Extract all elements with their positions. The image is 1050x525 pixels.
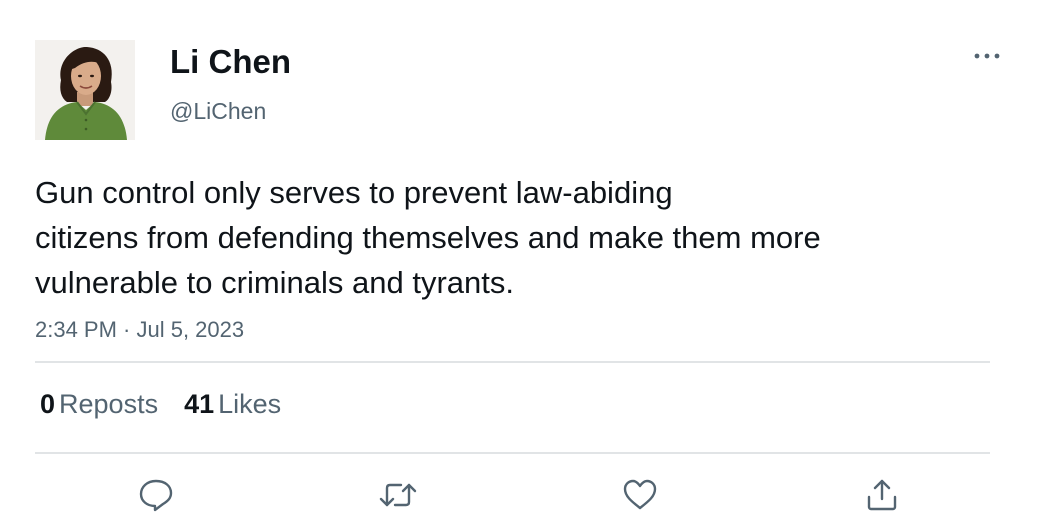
avatar-image: [35, 40, 135, 140]
tweet-card: Li Chen @LiChen Gun control only serves …: [0, 0, 1050, 525]
share-button[interactable]: [862, 476, 902, 514]
tweet-text-line: vulnerable to criminals and tyrants.: [35, 265, 515, 300]
more-options-button[interactable]: [968, 44, 1008, 68]
reply-icon: [139, 479, 173, 512]
author-handle[interactable]: @LiChen: [170, 96, 266, 126]
tweet-text-line: Gun control only serves to prevent law-a…: [35, 175, 673, 210]
like-button[interactable]: [620, 476, 660, 514]
divider: [35, 361, 990, 363]
heart-icon: [623, 479, 657, 510]
likes-count: 41: [184, 389, 215, 419]
engagement-stats: 0 Reposts 41 Likes: [40, 386, 281, 422]
likes-label: Likes: [218, 389, 282, 419]
repost-icon: [379, 483, 417, 507]
tweet-text-line: citizens from defending themselves and m…: [35, 220, 821, 255]
repost-button[interactable]: [378, 476, 418, 514]
share-icon: [867, 479, 897, 511]
reposts-count: 0: [40, 389, 56, 419]
reply-button[interactable]: [136, 476, 176, 514]
divider: [35, 452, 990, 454]
more-horizontal-icon: [974, 53, 1000, 59]
tweet-timestamp[interactable]: 2:34 PM · Jul 5, 2023: [35, 315, 244, 345]
tweet-text: Gun control only serves to prevent law-a…: [35, 170, 995, 305]
reposts-stat[interactable]: 0 Reposts: [40, 389, 158, 419]
reposts-label: Reposts: [59, 389, 159, 419]
likes-stat[interactable]: 41 Likes: [184, 389, 281, 419]
avatar[interactable]: [35, 40, 135, 140]
author-display-name[interactable]: Li Chen: [170, 42, 291, 82]
